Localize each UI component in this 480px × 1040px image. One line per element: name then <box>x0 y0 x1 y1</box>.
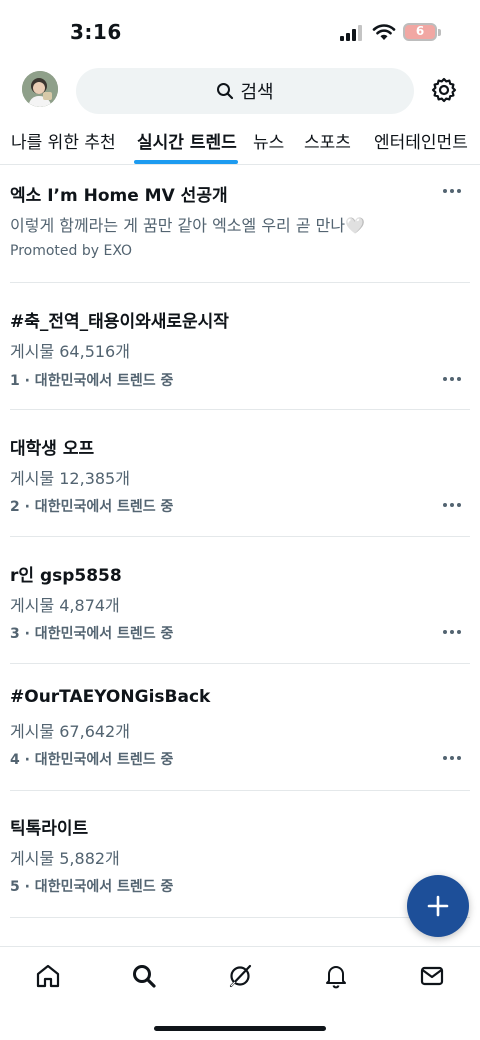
trend-item[interactable]: #OurTAEYONGisBack 게시물 67,642개 4 · 대한민국에서… <box>0 664 480 791</box>
trend-item[interactable]: #축_전역_태용이와새로운시작 게시물 64,516개 1 · 대한민국에서 트… <box>0 283 480 410</box>
plus-icon <box>427 895 449 917</box>
search-bar[interactable]: 검색 <box>76 68 414 114</box>
search-placeholder: 검색 <box>240 82 274 103</box>
battery-cap <box>438 29 441 36</box>
explore-tabs: 나를 위한 추천 실시간 트렌드 뉴스 스포츠 엔터테인먼트 <box>0 120 480 165</box>
trend-post-count: 게시물 67,642개 <box>10 722 130 741</box>
compose-post-button[interactable] <box>407 875 469 937</box>
settings-gear-icon[interactable] <box>430 76 458 104</box>
tab-for-you[interactable]: 나를 위한 추천 <box>11 128 116 153</box>
more-options-icon[interactable] <box>438 496 466 514</box>
more-options-icon[interactable] <box>438 182 466 200</box>
messages-envelope-icon[interactable] <box>419 963 445 989</box>
trend-context: 3 · 대한민국에서 트렌드 중 <box>10 626 174 642</box>
trend-title: #OurTAEYONGisBack <box>10 687 211 707</box>
trend-post-count: 게시물 64,516개 <box>10 342 130 361</box>
trend-item[interactable]: r인 gsp5858 게시물 4,874개 3 · 대한민국에서 트렌드 중 <box>0 537 480 664</box>
bottom-nav <box>0 946 480 1040</box>
tab-sports[interactable]: 스포츠 <box>304 128 351 153</box>
promoted-by-label: Promoted by EXO <box>10 243 133 259</box>
trend-post-count: 게시물 5,882개 <box>10 849 120 868</box>
promoted-trend[interactable]: 엑소 I’m Home MV 선공개 이렇게 함께라는 게 꿈만 같아 엑소엘 … <box>0 165 480 283</box>
home-indicator <box>154 1026 326 1031</box>
status-bar: 3:16 6 <box>0 0 480 62</box>
more-options-icon[interactable] <box>438 749 466 767</box>
battery-icon: 6 <box>403 23 437 41</box>
grok-icon[interactable] <box>227 963 253 989</box>
tab-news[interactable]: 뉴스 <box>253 128 284 153</box>
trend-post-count: 게시물 4,874개 <box>10 596 120 615</box>
trend-post-count: 게시물 12,385개 <box>10 469 130 488</box>
more-options-icon[interactable] <box>438 370 466 388</box>
search-icon <box>217 83 234 100</box>
header: 검색 <box>0 62 480 120</box>
promoted-title: 엑소 I’m Home MV 선공개 <box>10 186 228 206</box>
trend-title: 대학생 오프 <box>10 439 95 459</box>
trend-context: 2 · 대한민국에서 트렌드 중 <box>10 499 174 515</box>
profile-avatar[interactable] <box>22 71 58 107</box>
battery-level: 6 <box>415 24 425 38</box>
trend-title: 틱톡라이트 <box>10 819 89 839</box>
trend-title: #축_전역_태용이와새로운시작 <box>10 312 229 332</box>
divider <box>10 917 470 918</box>
wifi-icon <box>372 24 396 40</box>
avatar-image <box>22 71 58 107</box>
tab-trending[interactable]: 실시간 트렌드 <box>137 128 237 153</box>
notifications-bell-icon[interactable] <box>323 963 349 989</box>
promoted-subtitle: 이렇게 함께라는 게 꿈만 같아 엑소엘 우리 곧 만나🤍 <box>10 216 366 235</box>
tab-entertainment[interactable]: 엔터테인먼트 <box>374 128 468 153</box>
trend-title: r인 gsp5858 <box>10 566 122 586</box>
trend-context: 5 · 대한민국에서 트렌드 중 <box>10 879 174 895</box>
trend-context: 1 · 대한민국에서 트렌드 중 <box>10 373 174 389</box>
more-options-icon[interactable] <box>438 623 466 641</box>
trend-item[interactable]: 대학생 오프 게시물 12,385개 2 · 대한민국에서 트렌드 중 <box>0 410 480 537</box>
explore-search-icon[interactable] <box>131 963 157 989</box>
home-icon[interactable] <box>35 963 61 989</box>
cellular-signal-icon <box>340 25 362 41</box>
active-tab-indicator <box>134 160 238 164</box>
trend-context: 4 · 대한민국에서 트렌드 중 <box>10 752 174 768</box>
status-time: 3:16 <box>70 20 122 44</box>
